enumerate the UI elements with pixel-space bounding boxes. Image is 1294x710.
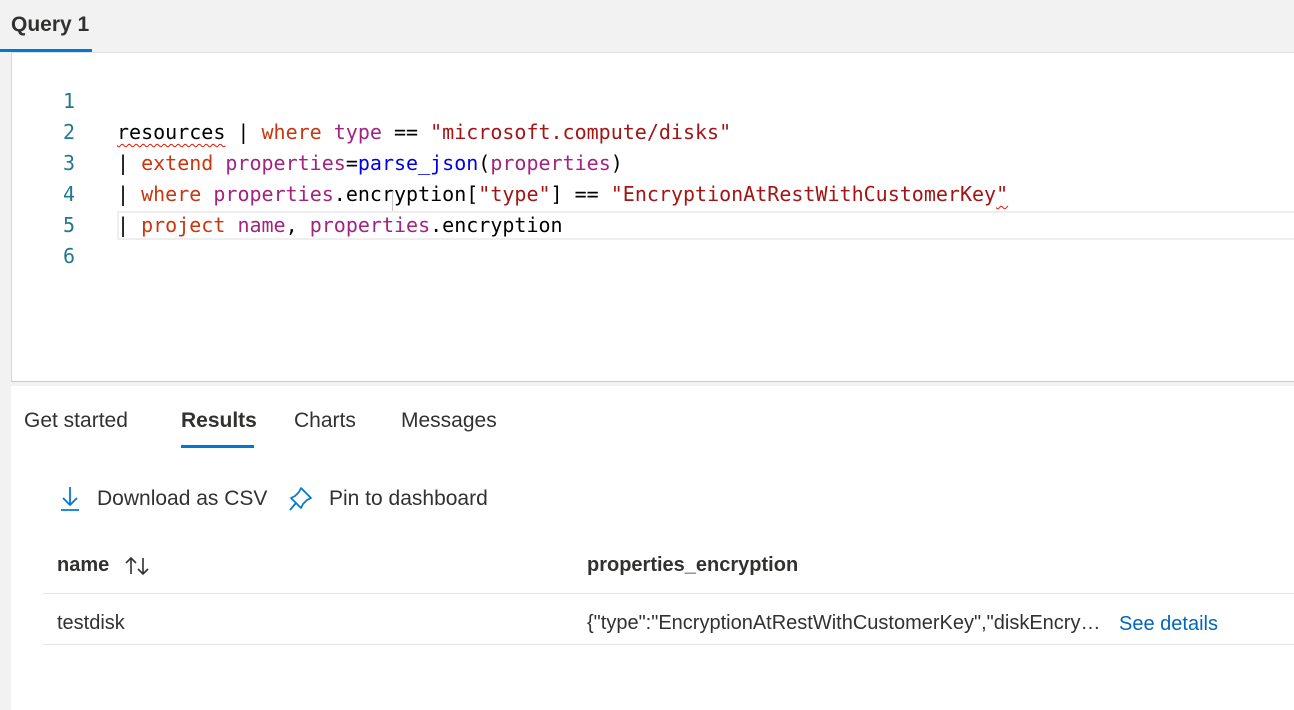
download-csv-button[interactable]: Download as CSV — [97, 484, 267, 514]
tab-messages[interactable]: Messages — [401, 406, 497, 436]
see-details-link[interactable]: See details — [1119, 609, 1218, 639]
code-line-1: 1 resources | where type == "microsoft.c… — [12, 55, 1294, 144]
query-tab-bar: Query 1 — [0, 0, 1294, 52]
current-line-highlight — [117, 211, 1294, 240]
line-number: 6 — [62, 244, 75, 268]
tab-results[interactable]: Results — [181, 406, 257, 436]
cell-name: testdisk — [57, 612, 125, 634]
text-cursor-icon — [392, 191, 401, 211]
pin-to-dashboard-button[interactable]: Pin to dashboard — [329, 484, 488, 514]
code-line-3: 3 | where properties.encryption["type"] … — [12, 117, 1294, 206]
query-tab[interactable]: Query 1 — [0, 0, 92, 50]
code-line-5: 5 — [12, 179, 1294, 237]
pin-icon[interactable] — [288, 485, 314, 513]
column-header-properties-encryption[interactable]: properties_encryption — [587, 550, 798, 580]
active-tab-indicator — [181, 445, 254, 448]
cell-properties-encryption: {"type":"EncryptionAtRestWithCustomerKey… — [587, 612, 1105, 634]
sort-icon[interactable] — [123, 554, 153, 578]
download-icon[interactable] — [58, 485, 84, 513]
results-panel: Get started Results Charts Messages Down… — [11, 386, 1294, 710]
code-line-2: 2 | extend properties=parse_json(propert… — [12, 86, 1294, 175]
header-divider — [43, 593, 1294, 594]
row-divider — [43, 644, 1294, 645]
tab-charts[interactable]: Charts — [294, 406, 356, 436]
query-editor[interactable]: 1 resources | where type == "microsoft.c… — [11, 52, 1294, 382]
column-header-name[interactable]: name — [57, 550, 109, 580]
code-line-4: 4 | project name, properties.encryption — [12, 148, 1294, 237]
tab-get-started[interactable]: Get started — [24, 406, 128, 436]
